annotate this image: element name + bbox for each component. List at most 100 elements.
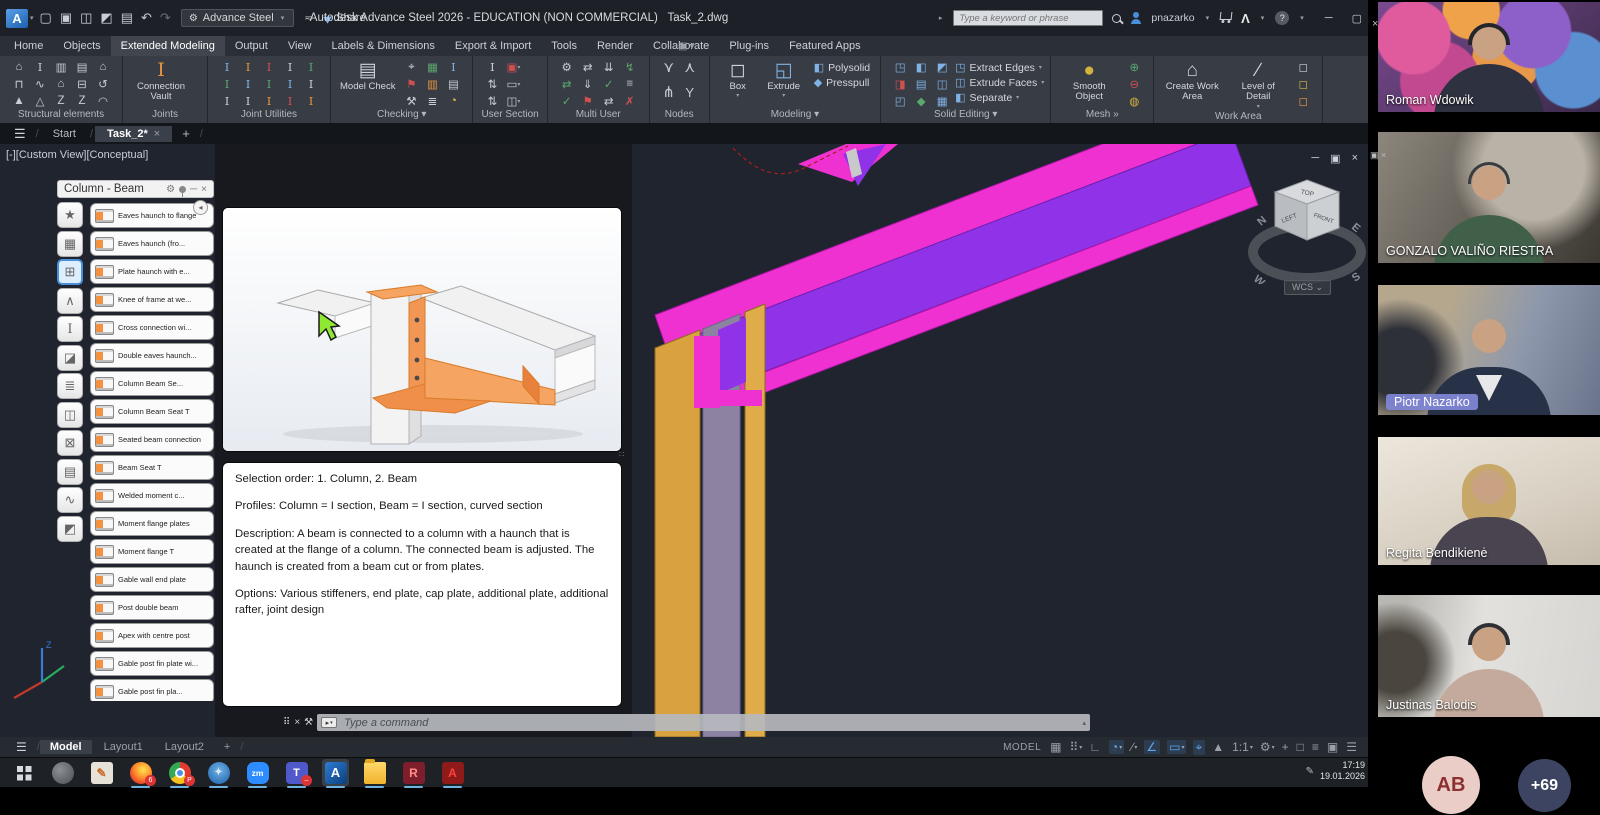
ribbon-tab[interactable]: Home [4,36,53,56]
blue-globe-app[interactable]: ✦ [205,759,232,786]
layout-tab[interactable]: Layout1 [94,740,153,754]
app-menu-arrow-icon[interactable]: ▾ [30,14,34,22]
ribbon-big-button[interactable]: ∕ Level of Detail ▾ [1226,59,1290,111]
ribbon-icon[interactable]: ▲ [10,93,28,109]
ribbon-icon[interactable]: ▭ ▾ [504,76,522,92]
connection-type-item[interactable]: Column Beam Seat T [90,399,214,424]
ribbon-icon[interactable]: I [239,76,257,92]
ribbon-icon[interactable]: ◩ [933,59,951,75]
isodraft-icon[interactable]: ∕ ▾ [1131,740,1137,754]
ribbon-small-button[interactable]: ◧ Polysolid [814,61,874,74]
connection-gusset[interactable] [718,318,746,394]
ribbon-icon[interactable]: Y [681,84,699,100]
tab-close-icon[interactable]: × [154,128,160,140]
annotation-visibility-icon[interactable]: ▲ [1212,740,1225,754]
window-maximize-icon[interactable]: ▢ [1352,12,1362,25]
ribbon-icon[interactable]: ▣ ▾ [504,59,522,75]
ribbon-icon[interactable]: ⊕ [1125,59,1143,75]
palette-collapse-button[interactable]: ◂ [193,200,208,215]
connection-type-item[interactable]: Plate haunch with e... [90,259,214,284]
command-grip-icon[interactable]: ⠿ [283,717,290,728]
ribbon-icon[interactable]: ≣ [423,93,441,109]
ribbon-icon[interactable]: I [281,93,299,109]
ribbon-tab[interactable]: Render [587,36,643,56]
ribbon-icon[interactable]: ◻ [1294,93,1312,109]
ribbon-group-label[interactable]: Joints [123,109,207,123]
palette-category-button[interactable]: ⊞ [57,259,83,285]
command-history-arrow-icon[interactable]: ▴ [1082,719,1086,727]
ribbon-tab[interactable]: View [278,36,322,56]
ribbon-icon[interactable]: Z [73,93,91,109]
share-button[interactable]: ▶ Share [325,12,366,24]
ribbon-icon[interactable]: I [218,76,236,92]
ribbon-icon[interactable]: ⇄ [579,59,597,75]
graphics-performance-icon[interactable]: ≡ [1312,740,1320,754]
ribbon-tab[interactable]: Extended Modeling [111,36,225,56]
user-menu-arrow-icon[interactable]: ▾ [1206,14,1210,22]
command-close-icon[interactable]: × [294,717,300,728]
layout-tab[interactable]: Model [40,740,92,754]
ribbon-tab[interactable]: Output [225,36,278,56]
column-right-flange[interactable] [745,304,765,737]
ribbon-icon[interactable]: ↺ [94,76,112,92]
rafter-web[interactable] [691,144,1251,392]
palette-category-button[interactable]: ★ [57,202,83,228]
ribbon-icon[interactable]: I [218,93,236,109]
ribbon-icon[interactable]: ▤ [73,59,91,75]
ribbon-tab[interactable]: Export & Import [445,36,541,56]
ribbon-icon[interactable]: ⋔ [660,84,678,100]
ribbon-icon[interactable]: ◻ [1294,59,1312,75]
ribbon-icon[interactable]: I [281,59,299,75]
ribbon-tab[interactable]: Objects [53,36,110,56]
ribbon-icon[interactable]: ⚑ [579,93,597,109]
ribbon-icon[interactable]: ⚙ [558,59,576,75]
ribbon-icon[interactable]: ◫ ▾ [504,93,522,109]
ribbon-big-button[interactable]: ◻ Box ▾ [716,59,760,109]
ribbon-group-label[interactable]: Multi User [548,109,649,123]
ribbon-icon[interactable]: I [239,59,257,75]
ribbon-group-label[interactable]: Solid Editing ▾ [881,109,1050,123]
help-menu-arrow-icon[interactable]: ▾ [1300,14,1304,22]
tray-pen-icon[interactable]: ✎ [1306,766,1314,777]
ribbon-icon[interactable]: ⌖ [402,59,420,75]
connection-type-item[interactable]: Gable post fin pla... [90,679,214,701]
ribbon-icon[interactable]: △ [31,93,49,109]
workspace-dropdown[interactable]: ⚙ Advance Steel ▾ [181,9,294,27]
viewcube-south[interactable]: S [1350,270,1363,284]
palette-category-button[interactable]: ≣ [57,373,83,399]
ribbon-icon[interactable]: ◨ [891,76,909,92]
ribbon-small-button[interactable]: ◳ Extract Edges ▾ [955,61,1044,74]
ribbon-group-label[interactable]: Nodes [650,109,709,123]
dynamic-input-icon[interactable]: ⌖ [1193,740,1205,755]
command-line-bar[interactable]: ⠿ × ⚒ ▸▾ ▴ [283,714,1090,731]
participant-tile[interactable]: Roman Wdowik [1378,2,1600,112]
ortho-icon[interactable]: ∟ [1089,740,1102,754]
ribbon-icon[interactable]: ◰ [891,93,909,109]
open-file-icon[interactable]: ▣ [60,10,72,26]
ribbon-icon[interactable]: ⇅ [483,93,501,109]
column-left-flange[interactable] [655,330,700,737]
ribbon-icon[interactable]: I [218,59,236,75]
ribbon-tab[interactable]: Plug-ins [719,36,779,56]
ribbon-icon[interactable]: ↯ [621,59,639,75]
ribbon-icon[interactable]: ≡ [621,76,639,92]
notes-app[interactable]: ✎ [88,759,115,786]
qat-overflow-icon[interactable]: ≂ [304,13,312,24]
connection-type-item[interactable]: Double eaves haunch... [90,343,214,368]
ribbon-tab[interactable]: Featured Apps [779,36,871,56]
wcs-dropdown[interactable]: WCS ⌄ [1284,280,1331,295]
ribbon-icon[interactable]: ◻ [1294,76,1312,92]
firefox-browser[interactable]: 6 [127,759,154,786]
file-tabs-menu-icon[interactable]: ☰ [6,126,34,142]
new-file-icon[interactable]: ▢ [40,10,52,26]
ribbon-icon[interactable]: ⋏ [681,59,699,75]
ribbon-icon[interactable]: ▤ [912,76,930,92]
participant-tile[interactable]: Regita Bendikienė [1378,437,1600,565]
ribbon-icon[interactable]: ✓ [600,76,618,92]
ribbon-icon[interactable]: I [444,59,462,75]
sidebar-close-icon[interactable]: × [1372,18,1378,30]
palette-category-button[interactable]: ▦ [57,231,83,257]
ribbon-icon[interactable]: ⚒ [402,93,420,109]
panel-resize-grip[interactable]: ∷ [619,450,624,459]
acrobat-app[interactable]: A [439,759,466,786]
